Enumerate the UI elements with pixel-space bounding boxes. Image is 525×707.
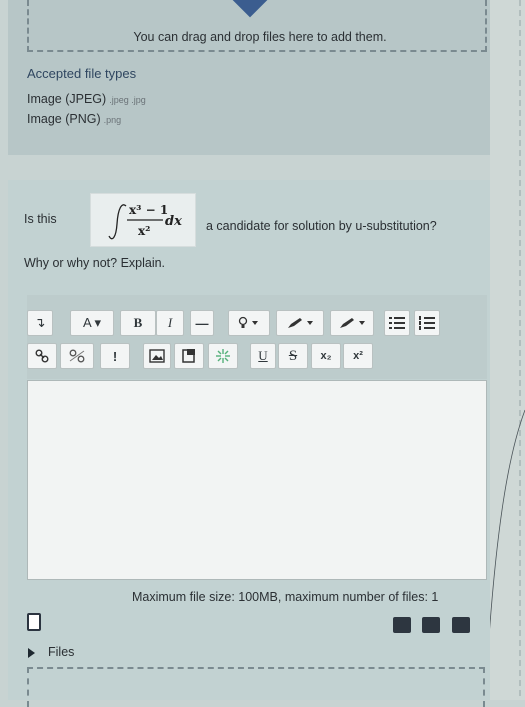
horizontal-rule-button[interactable]: — [190,310,214,336]
formula-denominator: x² [138,224,150,238]
emoji-button[interactable]: ! [100,343,130,369]
bold-button[interactable]: B [120,310,156,336]
question-suffix: a candidate for solution by u-substituti… [206,219,437,233]
dropzone-text: You can drag and drop files here to add … [133,30,387,44]
formula-image: x³ − 1 x² dx [90,193,196,247]
image-icon [149,349,165,363]
filetype-name: Image (PNG) [27,112,101,126]
filetype-png: Image (PNG) .png [27,112,121,126]
text-color-dropdown-button[interactable] [276,310,324,336]
underline-label: U [258,348,268,363]
bullet-list-icon [389,317,405,329]
view-list-icon[interactable] [422,617,440,633]
formula-numerator: x³ − 1 [129,203,168,217]
max-file-size-text: Maximum file size: 100MB, maximum number… [132,590,439,604]
bullet-list-button[interactable] [384,310,410,336]
filetype-jpeg: Image (JPEG) .jpeg .jpg [27,92,146,106]
file-dropzone-bottom[interactable] [27,667,485,707]
numbered-list-button[interactable] [414,310,440,336]
toolbar-toggle-label: ↴ [34,315,46,330]
lightbulb-dropdown-button[interactable] [228,310,270,336]
files-folder-label[interactable]: Files [48,645,74,659]
subscript-button[interactable]: x₂ [311,343,341,369]
italic-button[interactable]: I [156,310,184,336]
strike-label: S [288,347,298,364]
spark-icon [216,349,230,363]
superscript-button[interactable]: x² [343,343,373,369]
question-prefix: Is this [24,212,57,226]
font-style-label: A ▾ [82,315,102,330]
background-color-dropdown-button[interactable] [330,310,374,336]
hr-label: — [195,315,209,331]
filetype-name: Image (JPEG) [27,92,107,106]
font-style-button[interactable]: A ▾ [70,310,114,336]
view-folder-icon[interactable] [452,617,470,633]
unlink-icon [69,349,85,363]
underline-button[interactable]: U [250,343,276,369]
subscript-label: x₂ [320,350,332,362]
superscript-label: x² [353,350,363,362]
question-prompt: Why or why not? Explain. [24,256,166,270]
page-edge [484,0,525,701]
italic-label: I [167,315,173,330]
filetype-ext: .jpeg .jpg [109,95,146,105]
insert-media-button[interactable] [174,343,204,369]
insert-image-button[interactable] [143,343,171,369]
folder-caret-icon[interactable] [28,648,35,658]
brush-icon [340,318,365,328]
unlink-button[interactable] [60,343,94,369]
numbered-list-icon [419,316,435,330]
formula-differential: dx [165,214,182,229]
filetype-ext: .png [103,115,122,125]
view-grid-icon[interactable] [393,617,411,633]
media-file-icon [182,349,195,363]
add-file-icon[interactable] [27,613,41,631]
accepted-types-title: Accepted file types [27,66,137,81]
link-icon [35,349,49,363]
strikethrough-button[interactable]: S [278,343,308,369]
emoji-label: ! [112,348,118,364]
brush-icon [288,318,313,328]
toolbar-toggle-button[interactable]: ↴ [27,310,53,336]
answer-editor[interactable] [27,380,487,580]
manage-files-button[interactable] [208,343,238,369]
bold-label: B [133,315,143,330]
link-button[interactable] [27,343,57,369]
lightbulb-icon [238,316,258,328]
